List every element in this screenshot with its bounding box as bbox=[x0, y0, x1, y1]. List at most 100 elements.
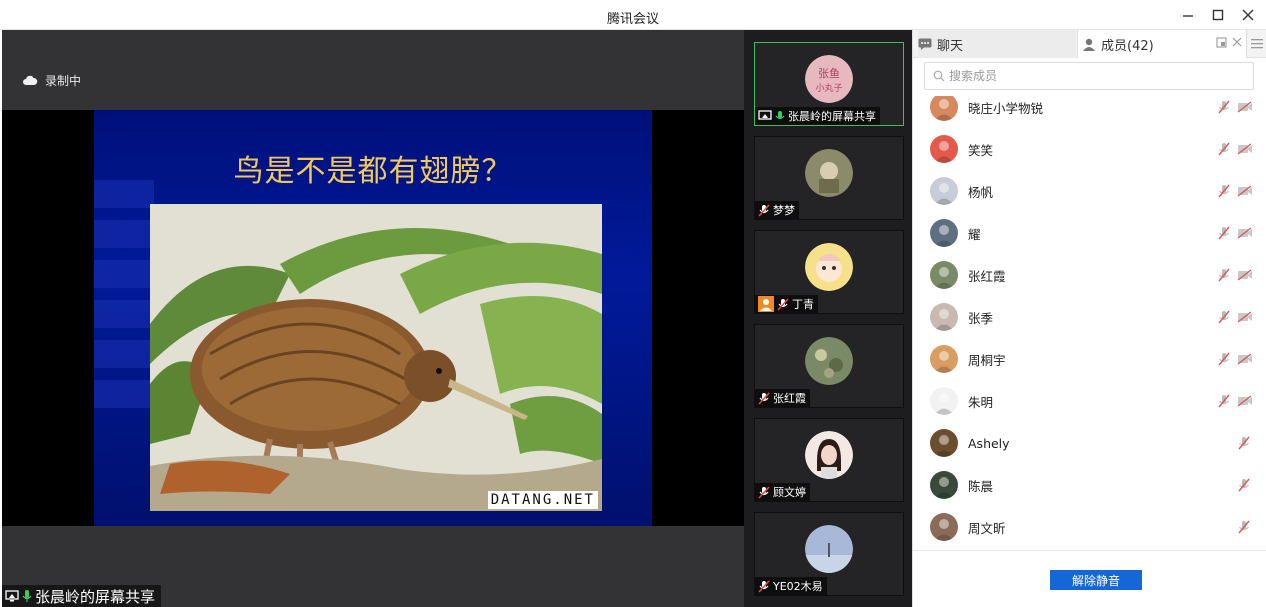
camera-off-icon[interactable] bbox=[1237, 269, 1253, 281]
member-search bbox=[924, 62, 1254, 90]
avatar bbox=[930, 219, 958, 247]
mic-muted-icon[interactable] bbox=[1237, 520, 1251, 534]
avatar bbox=[805, 525, 853, 573]
participant-label: 丁青 bbox=[755, 295, 818, 313]
svg-text:小丸子: 小丸子 bbox=[815, 82, 842, 94]
member-name: 周文昕 bbox=[968, 520, 1006, 536]
member-name: 晓庄小学物锐 bbox=[968, 100, 1044, 116]
avatar bbox=[930, 513, 958, 541]
mic-active-icon bbox=[22, 589, 32, 603]
participant-label: 张红霞 bbox=[755, 389, 810, 407]
member-row[interactable]: 周桐宇 bbox=[913, 338, 1266, 380]
close-icon[interactable] bbox=[1232, 36, 1242, 48]
member-row[interactable]: 耀 bbox=[913, 212, 1266, 254]
camera-off-icon[interactable] bbox=[1237, 101, 1253, 113]
mic-muted-icon[interactable] bbox=[1217, 100, 1231, 114]
participant-name: 顾文婷 bbox=[773, 486, 806, 499]
panel-tabs: 聊天 成员(42) bbox=[913, 30, 1266, 58]
avatar bbox=[805, 431, 853, 479]
mic-muted-icon[interactable] bbox=[1217, 184, 1231, 198]
tab-members[interactable]: 成员(42) bbox=[1077, 30, 1247, 58]
mic-muted-icon[interactable] bbox=[1237, 436, 1251, 450]
member-name: 张季 bbox=[968, 310, 994, 326]
member-row[interactable]: 杨帆 bbox=[913, 170, 1266, 212]
participant-thumbnail[interactable]: 顾文婷 bbox=[754, 418, 904, 502]
camera-off-icon[interactable] bbox=[1237, 185, 1253, 197]
maximize-icon[interactable] bbox=[1208, 5, 1228, 25]
popout-icon[interactable] bbox=[1216, 36, 1228, 48]
avatar bbox=[930, 345, 958, 373]
camera-off-icon[interactable] bbox=[1237, 143, 1253, 155]
member-row[interactable]: 周文昕 bbox=[913, 506, 1266, 548]
close-icon[interactable] bbox=[1238, 5, 1258, 25]
member-name: 周桐宇 bbox=[968, 352, 1006, 368]
member-name: 杨帆 bbox=[968, 184, 994, 200]
member-name: Ashely bbox=[968, 435, 1010, 451]
mic-active-icon bbox=[775, 110, 785, 123]
mic-muted-icon[interactable] bbox=[1217, 268, 1231, 282]
tab-members-label: 成员(42) bbox=[1101, 38, 1154, 54]
screen-share-icon bbox=[758, 110, 772, 122]
avatar bbox=[930, 429, 958, 457]
participant-label: 张晨岭的屏幕共享 bbox=[755, 107, 880, 125]
mic-muted-icon bbox=[758, 579, 770, 593]
member-row[interactable]: Ashely bbox=[913, 422, 1266, 464]
member-row[interactable]: 笑笑 bbox=[913, 128, 1266, 170]
mic-muted-icon[interactable] bbox=[1217, 352, 1231, 366]
profile-badge-icon bbox=[758, 296, 774, 312]
camera-off-icon[interactable] bbox=[1237, 353, 1253, 365]
kiwi-bird-image: DATANG.NET bbox=[150, 204, 602, 511]
screen-share-icon bbox=[5, 590, 19, 602]
tab-chat[interactable]: 聊天 bbox=[918, 30, 1076, 58]
mic-muted-icon[interactable] bbox=[1217, 310, 1231, 324]
member-row[interactable]: 朱明 bbox=[913, 380, 1266, 422]
avatar bbox=[930, 387, 958, 415]
mic-muted-icon[interactable] bbox=[1217, 142, 1231, 156]
avatar bbox=[930, 135, 958, 163]
member-name: 朱明 bbox=[968, 394, 994, 410]
member-row[interactable]: 陈晨 bbox=[913, 464, 1266, 506]
participant-label: 顾文婷 bbox=[755, 483, 810, 501]
title-bar: 腾讯会议 bbox=[0, 0, 1266, 30]
menu-icon[interactable] bbox=[1247, 30, 1266, 58]
participant-thumbnail[interactable]: 梦梦 bbox=[754, 136, 904, 220]
recording-indicator: 录制中 bbox=[22, 72, 81, 89]
minimize-icon[interactable] bbox=[1178, 5, 1198, 25]
member-name: 张红霞 bbox=[968, 268, 1006, 284]
participant-name: 张晨岭的屏幕共享 bbox=[788, 110, 876, 123]
member-row[interactable]: 张红霞 bbox=[913, 254, 1266, 296]
participant-thumbnail[interactable]: 张红霞 bbox=[754, 324, 904, 408]
member-row[interactable]: 晓庄小学物锐 bbox=[913, 96, 1266, 128]
member-name: 耀 bbox=[968, 226, 981, 242]
mic-muted-icon bbox=[758, 391, 770, 405]
participant-thumbnail[interactable]: 丁青 bbox=[754, 230, 904, 314]
mic-muted-icon bbox=[758, 203, 770, 217]
avatar bbox=[805, 337, 853, 385]
mic-muted-icon[interactable] bbox=[1217, 394, 1231, 408]
user-icon bbox=[1082, 38, 1096, 51]
participant-thumbnail[interactable]: YE02木易 bbox=[754, 512, 904, 596]
cloud-icon bbox=[22, 75, 38, 86]
camera-off-icon[interactable] bbox=[1237, 395, 1253, 407]
chat-icon bbox=[918, 38, 932, 50]
avatar: 张鱼 小丸子 bbox=[805, 55, 853, 103]
mic-muted-icon bbox=[777, 297, 789, 311]
tab-actions bbox=[1216, 36, 1242, 48]
camera-off-icon[interactable] bbox=[1237, 227, 1253, 239]
participant-thumbnail[interactable]: 张鱼 小丸子 张晨岭的屏幕共享 bbox=[754, 42, 904, 126]
avatar bbox=[930, 96, 958, 121]
avatar bbox=[805, 243, 853, 291]
shared-screen-stage[interactable]: 录制中 鸟是不是都有翅膀？ DATANG.NET 张晨岭的屏幕共享 bbox=[2, 30, 744, 607]
mic-muted-icon[interactable] bbox=[1237, 478, 1251, 492]
avatar bbox=[930, 303, 958, 331]
camera-off-icon[interactable] bbox=[1237, 311, 1253, 323]
recording-label: 录制中 bbox=[45, 74, 82, 88]
search-input[interactable] bbox=[949, 69, 1239, 83]
mic-muted-icon[interactable] bbox=[1217, 226, 1231, 240]
participant-name: 梦梦 bbox=[773, 204, 795, 217]
unmute-button[interactable]: 解除静音 bbox=[1050, 570, 1142, 590]
avatar bbox=[930, 471, 958, 499]
search-icon bbox=[933, 70, 945, 82]
member-row[interactable]: 张季 bbox=[913, 296, 1266, 338]
member-list: 晓庄小学物锐笑笑杨帆耀张红霞张季周桐宇朱明 Ashely 陈晨周文昕 bbox=[913, 96, 1266, 550]
